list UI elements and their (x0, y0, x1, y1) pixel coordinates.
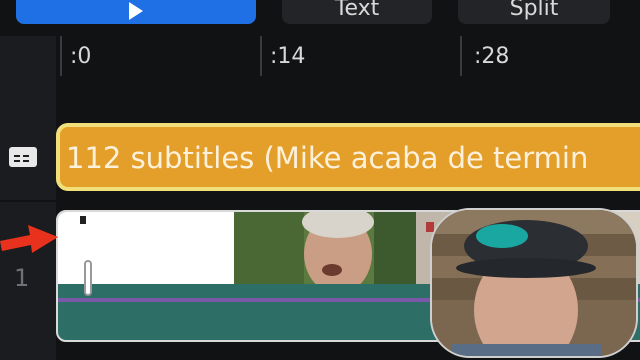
track-divider (0, 200, 56, 202)
trim-handle[interactable] (84, 260, 92, 296)
subtitle-track-icon[interactable] (9, 147, 37, 167)
face-thumbnail-image (234, 212, 416, 284)
ruler-tick-label: :28 (474, 44, 510, 69)
subtitle-clip-label: 112 subtitles (Mike acaba de termin (66, 141, 589, 175)
ruler-tick-label: :0 (70, 44, 92, 69)
ruler-tick-label: :14 (270, 44, 306, 69)
toolbar: Text Split (0, 0, 640, 36)
ruler-tick (60, 36, 62, 76)
play-icon (129, 2, 143, 20)
split-button-label: Split (509, 0, 559, 21)
frame-marker (80, 216, 86, 224)
timeline-ruler[interactable]: :0 :14 :28 (56, 36, 640, 76)
text-button[interactable]: Text (282, 0, 432, 24)
split-button[interactable]: Split (458, 0, 610, 24)
presenter-webcam-image (432, 210, 636, 356)
subtitle-clip[interactable]: 112 subtitles (Mike acaba de termin (56, 123, 640, 191)
video-thumbnail-face (234, 212, 416, 284)
video-track-number: 1 (14, 264, 30, 292)
ruler-tick (260, 36, 262, 76)
play-button[interactable] (16, 0, 256, 24)
red-arrow-annotation (0, 225, 58, 253)
track-header-gutter: 1 (0, 36, 56, 360)
text-button-label: Text (334, 0, 380, 21)
ruler-tick (460, 36, 462, 76)
webcam-overlay (430, 208, 638, 358)
